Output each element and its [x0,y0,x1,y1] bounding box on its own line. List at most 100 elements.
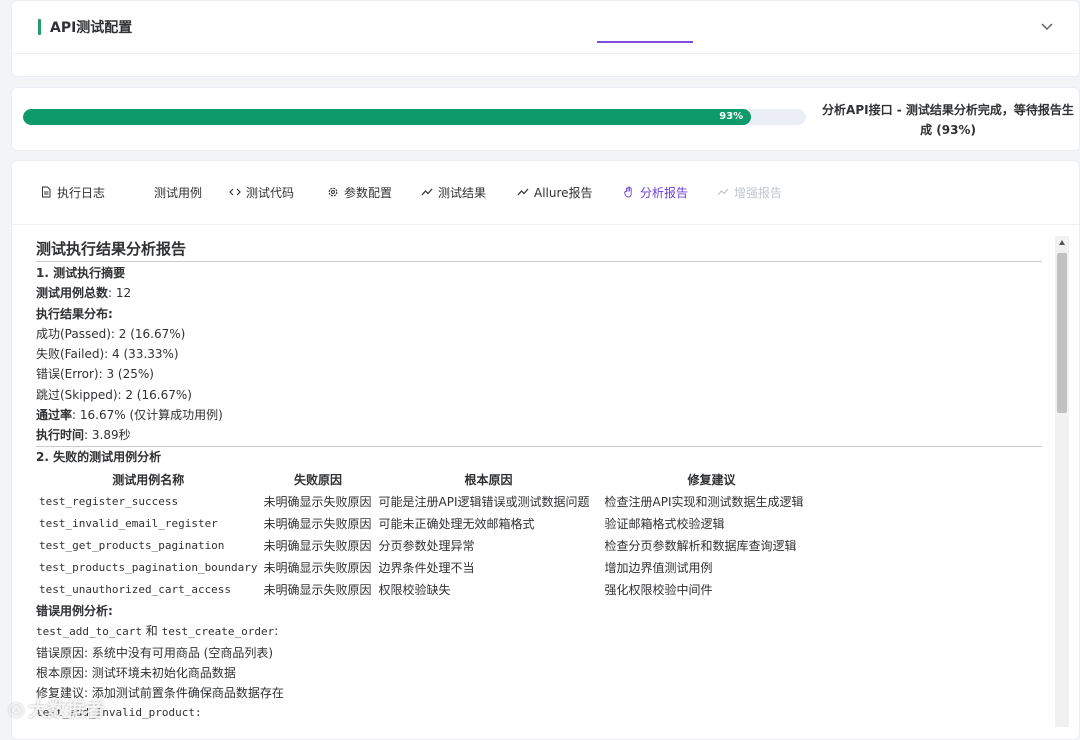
table-header-row: 测试用例名称 失败原因 根本原因 修复建议 [36,469,822,491]
cell-fix-suggestion: 强化权限校验中间件 [604,582,713,597]
trend-icon [717,188,729,196]
pass-rate-label: 通过率 [36,408,73,423]
table-row: test_unauthorized_cart_access 未明确显示失败原因 … [36,579,822,601]
failed-line: 失败(Failed): 4 (33.33%) [36,347,179,362]
cell-test-name: test_products_pagination_boundary [39,560,258,574]
cell-failure-reason: 未明确显示失败原因 [263,494,372,509]
scroll-thumb[interactable] [1057,253,1067,413]
scroll-up-arrow-icon[interactable] [1059,240,1065,245]
cell-failure-reason: 未明确显示失败原因 [263,582,372,597]
table-row: test_get_products_pagination 未明确显示失败原因 分… [36,535,822,557]
report-title: 测试执行结果分析报告 [36,236,1042,262]
watermark: ◎ 大数据者 [8,695,105,722]
cell-root-cause: 权限校验缺失 [378,582,451,597]
cell-fix-suggestion: 增加边界值测试用例 [604,560,713,575]
tab-label: 执行日志 [57,185,106,200]
tab-execution-log[interactable]: 执行日志 [40,180,105,204]
cell-root-cause: 边界条件处理不当 [378,560,475,575]
hand-icon [624,186,632,198]
exec-time-value: : 3.89秒 [84,428,131,443]
analysis-report-content: 测试执行结果分析报告 1. 测试执行摘要 测试用例总数: 12 执行结果分布: … [36,236,1042,727]
exec-time-label: 执行时间 [36,428,85,443]
column-header: 修复建议 [687,472,736,487]
cell-fix-suggestion: 检查分页参数解析和数据库查询逻辑 [604,538,797,553]
tab-allure-report[interactable]: Allure报告 [517,180,593,204]
column-header: 失败原因 [294,472,343,487]
passed-line: 成功(Passed): 2 (16.67%) [36,326,186,341]
chevron-down-icon[interactable] [1039,18,1055,34]
active-tab-indicator [597,41,693,43]
tab-bar: 执行日志 测试用例 测试代码 参数配置 测试结果 Allure报告 分析报告 增… [12,161,1079,225]
error-cases-heading: 错误用例分析: [36,603,113,618]
title-accent-bar [38,19,41,35]
exec-time-line: 执行时间: 3.89秒 [36,425,1042,447]
root-cause-line: 根本原因: 测试环境未初始化商品数据 [36,665,236,680]
tab-label: 测试代码 [246,185,295,200]
total-cases-line: 测试用例总数: 12 [36,283,1042,303]
pass-rate-line: 通过率: 16.67% (仅计算成功用例) [36,405,1042,425]
table-row: test_register_success 未明确显示失败原因 可能是注册API… [36,491,822,513]
cell-test-name: test_invalid_email_register [39,516,218,530]
tab-analysis-report[interactable]: 分析报告 [623,180,688,204]
report-scrollbar[interactable] [1055,236,1069,727]
cell-fix-suggestion: 验证邮箱格式校验逻辑 [604,516,725,531]
cell-test-name: test_unauthorized_cart_access [39,582,232,596]
tab-parameter-config[interactable]: 参数配置 [327,180,392,204]
cell-failure-reason: 未明确显示失败原因 [263,516,372,531]
tab-label: Allure报告 [534,185,593,200]
error-reason-line: 错误原因: 系统中没有可用商品 (空商品列表) [36,645,274,660]
tab-label: 分析报告 [640,185,689,200]
progress-status-text: 分析API接口 - 测试结果分析完成，等待报告生成 (93%) [822,103,1074,137]
next-error-case-line: test_add_invalid_product: [36,706,202,720]
cell-root-cause: 可能是注册API逻辑错误或测试数据问题 [378,494,590,509]
document-icon [42,186,51,198]
progress-percent-label: 93% [719,111,744,122]
error-case-colon: : [274,624,279,639]
cell-test-name: test_get_products_pagination [39,538,225,552]
config-title: API测试配置 [50,20,133,36]
tab-label: 增强报告 [734,185,783,200]
error-case-name: test_add_to_cart [36,625,142,639]
error-line: 错误(Error): 3 (25%) [36,367,154,382]
watermark-logo-icon: ◎ [8,697,25,720]
column-header: 测试用例名称 [112,472,185,487]
cell-fix-suggestion: 检查注册API实现和测试数据生成逻辑 [604,494,804,509]
skipped-line: 跳过(Skipped): 2 (16.67%) [36,387,192,402]
total-cases-value: : 12 [108,286,132,301]
section-heading-summary: 1. 测试执行摘要 [36,266,126,280]
pass-rate-value: : 16.67% (仅计算成功用例) [72,408,223,423]
cell-root-cause: 可能未正确处理无效邮箱格式 [378,516,535,531]
tab-label: 参数配置 [344,185,393,200]
gear-icon [328,187,338,197]
tab-test-cases[interactable]: 测试用例 [154,180,202,204]
trend-icon [517,188,529,196]
cell-test-name: test_register_success [39,494,179,508]
tab-label: 测试结果 [438,185,487,200]
distribution-label: 执行结果分布: [36,306,113,321]
table-row: test_products_pagination_boundary 未明确显示失… [36,557,822,579]
api-config-header[interactable]: API测试配置 [12,1,1079,54]
cell-root-cause: 分页参数处理异常 [378,538,475,553]
progress-bar: 93% [23,109,806,125]
code-icon [229,188,241,196]
trend-icon [421,188,433,196]
tab-test-results[interactable]: 测试结果 [421,180,486,204]
api-config-card: API测试配置 [11,0,1080,77]
error-case-joiner: 和 [141,624,162,639]
progress-fill: 93% [23,109,752,125]
cell-failure-reason: 未明确显示失败原因 [263,538,372,553]
watermark-text: 大数据者 [28,699,105,721]
tab-test-code[interactable]: 测试代码 [229,180,294,204]
error-case-line: test_add_to_cart 和 test_create_order: [36,621,1042,642]
failure-analysis-table: 测试用例名称 失败原因 根本原因 修复建议 test_register_succ… [36,469,822,601]
section-heading-failures: 2. 失败的测试用例分析 [36,449,162,464]
table-row: test_invalid_email_register 未明确显示失败原因 可能… [36,513,822,535]
progress-card: 93% 分析API接口 - 测试结果分析完成，等待报告生成 (93%) [11,87,1080,151]
cell-failure-reason: 未明确显示失败原因 [263,560,372,575]
column-header: 根本原因 [464,472,513,487]
error-case-name: test_create_order [161,625,275,639]
tab-enhanced-report: 增强报告 [717,180,782,204]
total-cases-label: 测试用例总数 [36,286,109,301]
tab-label: 测试用例 [154,185,203,200]
fix-suggestion-line: 修复建议: 添加测试前置条件确保商品数据存在 [36,686,284,701]
